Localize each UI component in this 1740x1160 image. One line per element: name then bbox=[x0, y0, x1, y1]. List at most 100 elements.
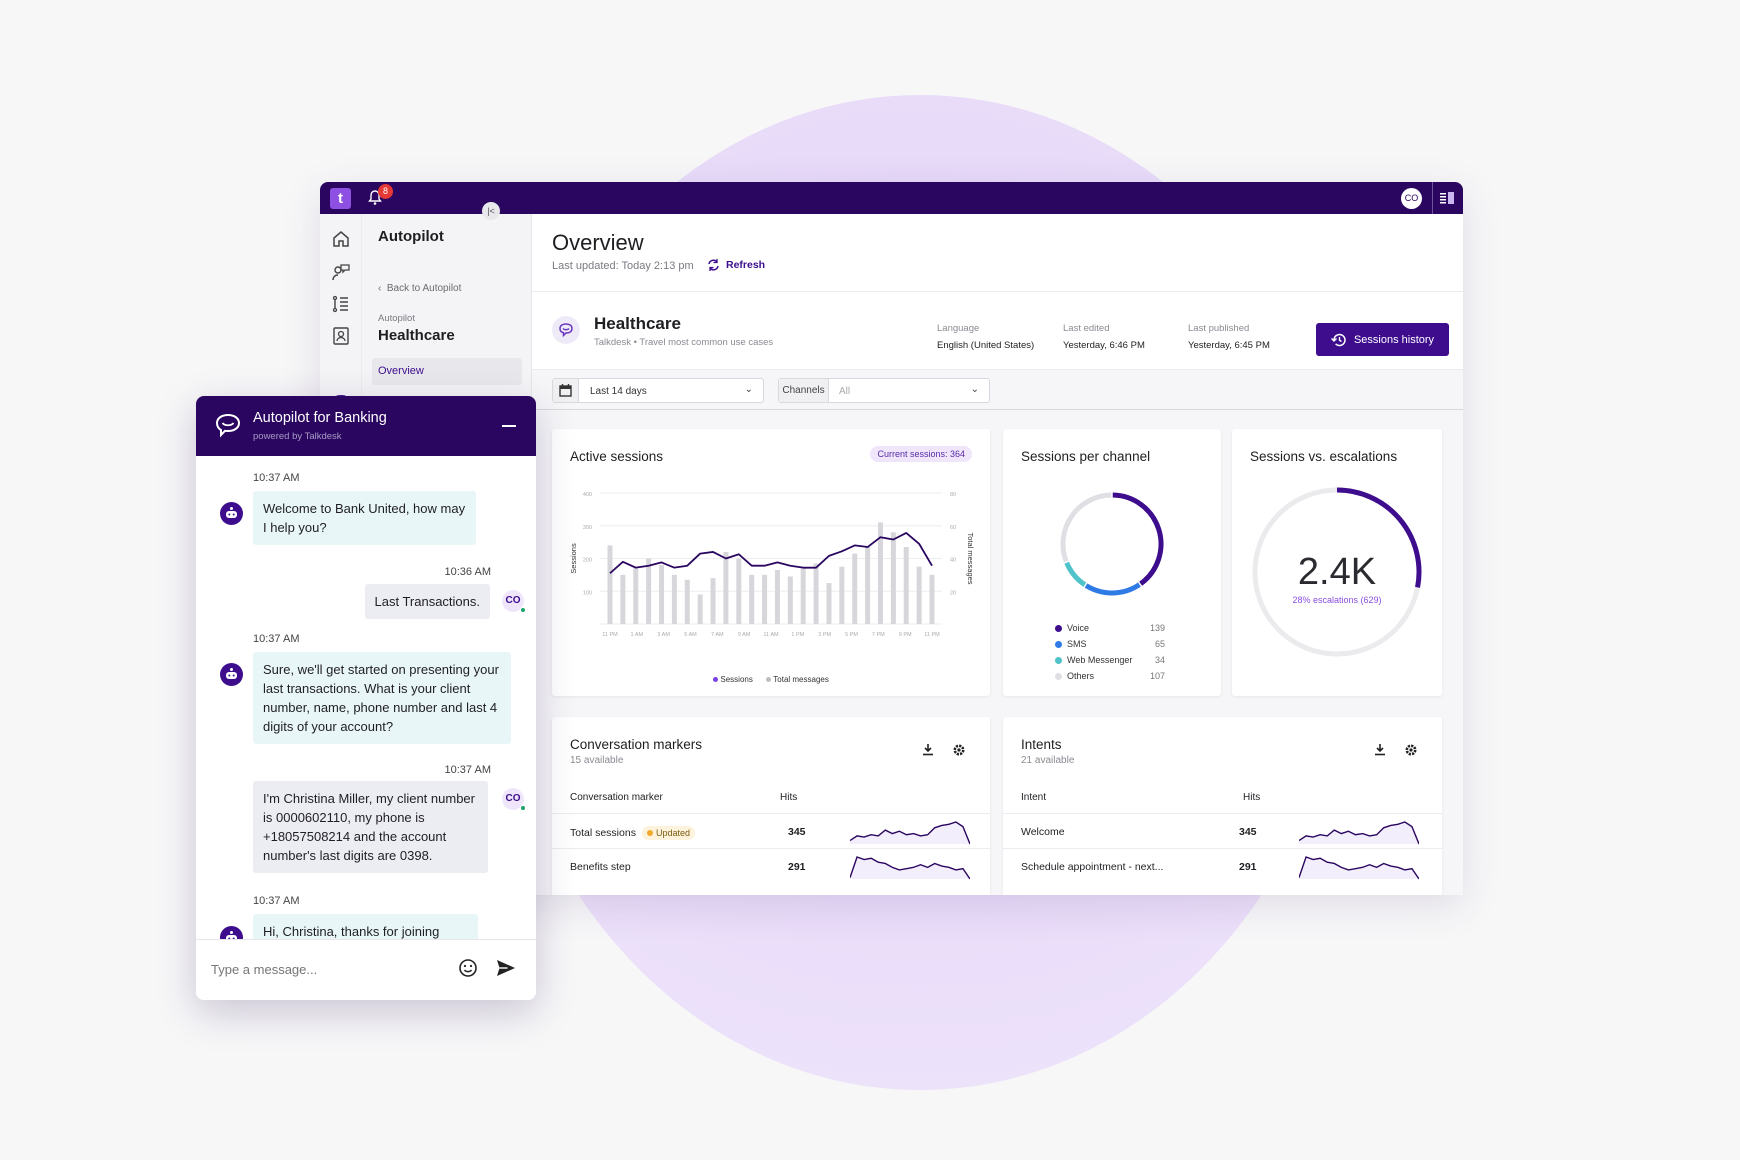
minimize-icon[interactable] bbox=[502, 425, 516, 427]
card-title: Intents bbox=[1021, 737, 1062, 752]
message-bar bbox=[671, 574, 677, 624]
marker-name-text: Total sessions bbox=[570, 827, 636, 839]
legend-dot bbox=[1055, 641, 1062, 649]
message-time: 10:37 AM bbox=[444, 764, 491, 776]
sparkline-area bbox=[1299, 822, 1419, 844]
legend-label: Web Messenger bbox=[1067, 655, 1133, 665]
back-to-autopilot-link[interactable]: ‹ Back to Autopilot bbox=[378, 283, 461, 294]
card-actions bbox=[1374, 743, 1418, 757]
x-tick-label: 1 AM bbox=[631, 632, 644, 638]
list-icon[interactable] bbox=[331, 294, 351, 314]
chat-messages: 10:37 AM Welcome to Bank United, how may… bbox=[196, 456, 536, 939]
card-title: Conversation markers bbox=[570, 737, 703, 752]
card-title: Sessions vs. escalations bbox=[1250, 449, 1398, 464]
channels-label: Channels bbox=[779, 379, 829, 402]
badge-label: Updated bbox=[655, 828, 690, 838]
message-bar bbox=[607, 545, 613, 624]
table-row[interactable]: Schedule appointment - next... 291 bbox=[1003, 848, 1442, 883]
x-tick-label: 5 PM bbox=[845, 632, 858, 638]
message-bar bbox=[813, 563, 819, 624]
gear-icon[interactable] bbox=[952, 743, 966, 757]
donut-slice-voice bbox=[1112, 492, 1164, 586]
escalations-caption: 28% escalations (629) bbox=[1292, 595, 1382, 605]
card-subtitle: 15 available bbox=[570, 755, 624, 766]
meta-key: Last edited bbox=[1063, 323, 1110, 334]
y2-axis-label: Total messages bbox=[966, 532, 975, 584]
channels-value: All bbox=[839, 386, 851, 397]
y-axis-label: Sessions bbox=[569, 543, 578, 574]
x-tick-label: 7 AM bbox=[711, 632, 724, 638]
chat-subtitle: powered by Talkdesk bbox=[253, 431, 342, 442]
back-link-label: Back to Autopilot bbox=[386, 283, 462, 294]
talkdesk-logo[interactable]: t bbox=[330, 188, 351, 209]
refresh-label: Refresh bbox=[726, 259, 766, 271]
page-header: Overview Last updated: Today 2:13 pm Ref… bbox=[532, 214, 1463, 292]
message-bar bbox=[659, 565, 665, 624]
meta-key: Last published bbox=[1188, 323, 1250, 334]
legend-label: Others bbox=[1067, 671, 1095, 681]
card-actions bbox=[922, 743, 966, 757]
side-panel-icon[interactable] bbox=[1440, 192, 1454, 204]
user-avatar[interactable]: CO bbox=[1401, 188, 1422, 209]
x-tick-label: 11 PM bbox=[602, 632, 618, 638]
gear-icon[interactable] bbox=[1404, 743, 1418, 757]
meta-last-published: Last published Yesterday, 6:45 PM bbox=[1188, 323, 1270, 351]
contacts-icon[interactable] bbox=[331, 326, 351, 346]
y-tick-label: 100 bbox=[583, 590, 592, 596]
legend-label-total-messages: Total messages bbox=[773, 675, 829, 684]
intents-card: Intents 21 available Intent Hits Welcome… bbox=[1003, 717, 1442, 895]
collapse-sidebar-button[interactable]: |< bbox=[482, 202, 500, 220]
message-bar bbox=[710, 578, 716, 624]
bot-avatar-icon bbox=[220, 926, 243, 939]
date-range-select[interactable]: Last 14 days ⌄ bbox=[552, 378, 764, 403]
donut-slice-others bbox=[1060, 492, 1112, 563]
refresh-button[interactable]: Refresh bbox=[707, 259, 765, 271]
legend-label: Voice bbox=[1067, 623, 1090, 633]
emoji-icon[interactable] bbox=[458, 958, 478, 978]
trend-sparkline bbox=[850, 821, 970, 845]
message-bar bbox=[852, 553, 858, 624]
bot-subtitle: Talkdesk • Travel most common use cases bbox=[594, 337, 774, 348]
message-bar bbox=[865, 547, 871, 624]
meta-language: Language English (United States) bbox=[937, 323, 1034, 351]
card-title: Active sessions bbox=[570, 449, 664, 464]
bot-avatar bbox=[552, 316, 580, 344]
page-title: Overview bbox=[552, 230, 644, 255]
table-row[interactable]: Welcome 345 bbox=[1003, 813, 1442, 848]
y2-tick-label: 20 bbox=[950, 590, 956, 596]
message-input[interactable] bbox=[211, 962, 431, 977]
column-header-hits: Hits bbox=[1243, 792, 1261, 803]
trend-sparkline bbox=[1299, 821, 1419, 845]
x-tick-label: 1 PM bbox=[791, 632, 804, 638]
download-icon[interactable] bbox=[922, 743, 934, 756]
legend-voice: Voice 139 bbox=[1055, 623, 1165, 633]
home-icon[interactable] bbox=[331, 229, 351, 249]
legend-value: 65 bbox=[1154, 639, 1165, 649]
legend-value: 139 bbox=[1149, 623, 1165, 633]
channels-select[interactable]: Channels All ⌄ bbox=[778, 378, 990, 403]
sessions-history-button[interactable]: Sessions history bbox=[1316, 323, 1449, 356]
donut-slice-sms bbox=[1084, 582, 1141, 596]
chevron-down-icon: ⌄ bbox=[970, 384, 979, 395]
chat-widget: Autopilot for Banking powered by Talkdes… bbox=[196, 396, 536, 1000]
meta-value: English (United States) bbox=[937, 340, 1035, 351]
message-bar bbox=[646, 558, 652, 624]
subnav-item-overview[interactable]: Overview bbox=[372, 358, 522, 385]
y2-tick-label: 80 bbox=[950, 492, 956, 498]
legend-swatch-total-messages bbox=[766, 677, 772, 683]
conversation-icon[interactable] bbox=[331, 262, 351, 282]
autopilot-icon bbox=[215, 413, 241, 438]
download-icon[interactable] bbox=[1374, 743, 1386, 756]
chat-header: Autopilot for Banking powered by Talkdes… bbox=[196, 396, 536, 456]
message-bar bbox=[774, 569, 780, 624]
last-updated: Last updated: Today 2:13 pm bbox=[552, 260, 694, 272]
bot-name: Healthcare bbox=[594, 314, 681, 333]
x-tick-label: 11 AM bbox=[763, 632, 779, 638]
table-row[interactable]: Total sessions Updated 345 bbox=[552, 813, 990, 848]
marker-name: Benefits step bbox=[570, 861, 631, 873]
subnav-heading: Healthcare bbox=[378, 327, 455, 344]
send-icon[interactable] bbox=[496, 959, 516, 977]
table-row[interactable]: Benefits step 291 bbox=[552, 848, 990, 883]
message-bar bbox=[633, 568, 639, 624]
message-bar bbox=[736, 558, 742, 624]
